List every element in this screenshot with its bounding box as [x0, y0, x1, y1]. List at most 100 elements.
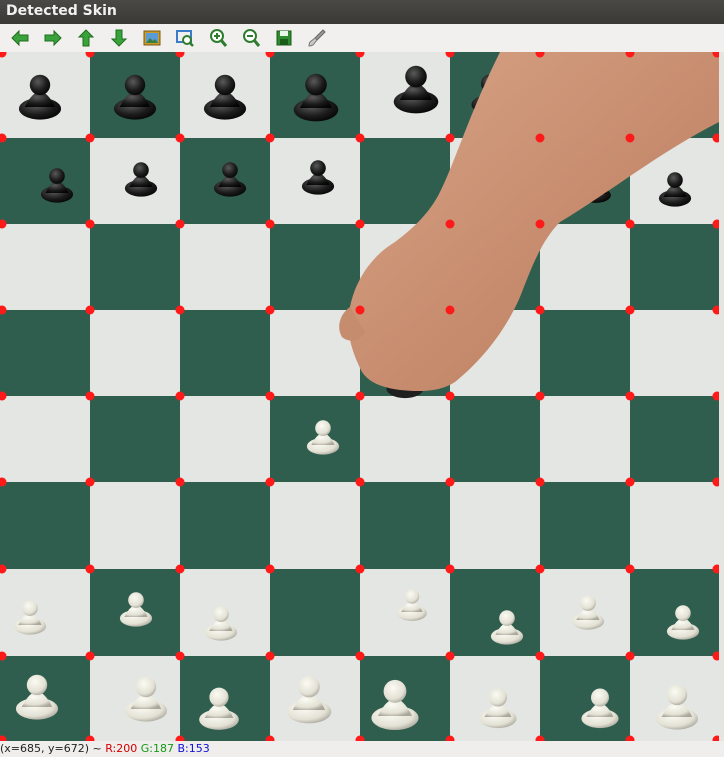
board-square: [630, 569, 719, 656]
grid-point: [355, 219, 365, 229]
properties-button[interactable]: [305, 26, 329, 50]
board-square: [180, 396, 270, 482]
board-square: [180, 310, 270, 396]
zoom-in-button[interactable]: [206, 26, 230, 50]
grid-point: [175, 305, 185, 315]
green-value: G:187: [140, 742, 174, 755]
grid-point: [355, 305, 365, 315]
board-square: [0, 569, 90, 656]
board-square: [540, 396, 630, 482]
save-button[interactable]: [272, 26, 296, 50]
board-square: [540, 310, 630, 396]
board-square: [360, 396, 450, 482]
grid-point: [445, 564, 455, 574]
zoom-out-icon: [243, 29, 261, 47]
board-square: [90, 224, 180, 310]
board-square: [630, 482, 719, 569]
grid-point: [175, 477, 185, 487]
grid-point: [265, 651, 275, 661]
grid-point: [535, 133, 545, 143]
red-value: R:200: [105, 742, 138, 755]
grid-point: [625, 305, 635, 315]
grid-point: [625, 477, 635, 487]
grid-point: [445, 219, 455, 229]
grid-point: [175, 219, 185, 229]
grid-point: [175, 391, 185, 401]
zoom-fit-button[interactable]: [140, 26, 164, 50]
status-bar: (x=685, y=672) ~ R:200 G:187 B:153: [0, 741, 724, 757]
vertical-scrollbar[interactable]: [719, 52, 724, 741]
zoom-out-button[interactable]: [239, 26, 263, 50]
board-square: [0, 224, 90, 310]
arrow-right-icon: [44, 29, 62, 47]
grid-point: [625, 133, 635, 143]
board-square: [270, 224, 360, 310]
grid-point: [445, 477, 455, 487]
grid-point: [175, 564, 185, 574]
board-square: [450, 396, 540, 482]
zoom-region-icon: [176, 30, 194, 47]
grid-point: [85, 133, 95, 143]
grid-point: [445, 651, 455, 661]
brush-icon: [308, 29, 326, 47]
zoom-region-button[interactable]: [173, 26, 197, 50]
cursor-coordinates: (x=685, y=672) ~: [0, 742, 102, 755]
board-square: [540, 656, 630, 741]
window-title: Detected Skin: [6, 3, 117, 19]
board-square: [360, 482, 450, 569]
board-square: [0, 138, 90, 224]
image-canvas[interactable]: [0, 52, 719, 741]
board-square: [540, 482, 630, 569]
grid-point: [445, 133, 455, 143]
board-square: [540, 224, 630, 310]
arrow-up-icon: [77, 29, 95, 47]
grid-point: [265, 391, 275, 401]
grid-point: [535, 391, 545, 401]
pan-down-button[interactable]: [107, 26, 131, 50]
grid-point: [625, 391, 635, 401]
grid-point: [355, 477, 365, 487]
grid-point: [355, 564, 365, 574]
board-square: [450, 482, 540, 569]
grid-point: [85, 477, 95, 487]
grid-point: [85, 651, 95, 661]
grid-point: [535, 305, 545, 315]
grid-point: [265, 219, 275, 229]
grid-point: [535, 564, 545, 574]
grid-point: [535, 477, 545, 487]
title-bar: Detected Skin: [0, 0, 724, 24]
board-square: [90, 482, 180, 569]
board-square: [180, 224, 270, 310]
grid-point: [445, 391, 455, 401]
grid-point: [85, 219, 95, 229]
grid-point: [265, 133, 275, 143]
grid-point: [175, 133, 185, 143]
arrow-down-icon: [110, 29, 128, 47]
grid-point: [535, 219, 545, 229]
grid-point: [355, 651, 365, 661]
board-square: [630, 310, 719, 396]
board-square: [0, 310, 90, 396]
arrow-left-icon: [11, 29, 29, 47]
board-square: [630, 224, 719, 310]
board-square: [0, 482, 90, 569]
grid-point: [265, 477, 275, 487]
pan-left-button[interactable]: [8, 26, 32, 50]
grid-point: [265, 564, 275, 574]
grid-point: [625, 651, 635, 661]
board-square: [90, 310, 180, 396]
board-square: [270, 569, 360, 656]
board-square: [90, 656, 180, 741]
board-square: [90, 396, 180, 482]
board-square: [270, 482, 360, 569]
image-icon: [143, 30, 161, 46]
zoom-in-icon: [210, 29, 228, 47]
grid-point: [355, 133, 365, 143]
pan-right-button[interactable]: [41, 26, 65, 50]
grid-point: [355, 391, 365, 401]
toolbar: [0, 24, 724, 53]
pan-up-button[interactable]: [74, 26, 98, 50]
grid-point: [625, 219, 635, 229]
grid-point: [85, 305, 95, 315]
grid-point: [445, 305, 455, 315]
